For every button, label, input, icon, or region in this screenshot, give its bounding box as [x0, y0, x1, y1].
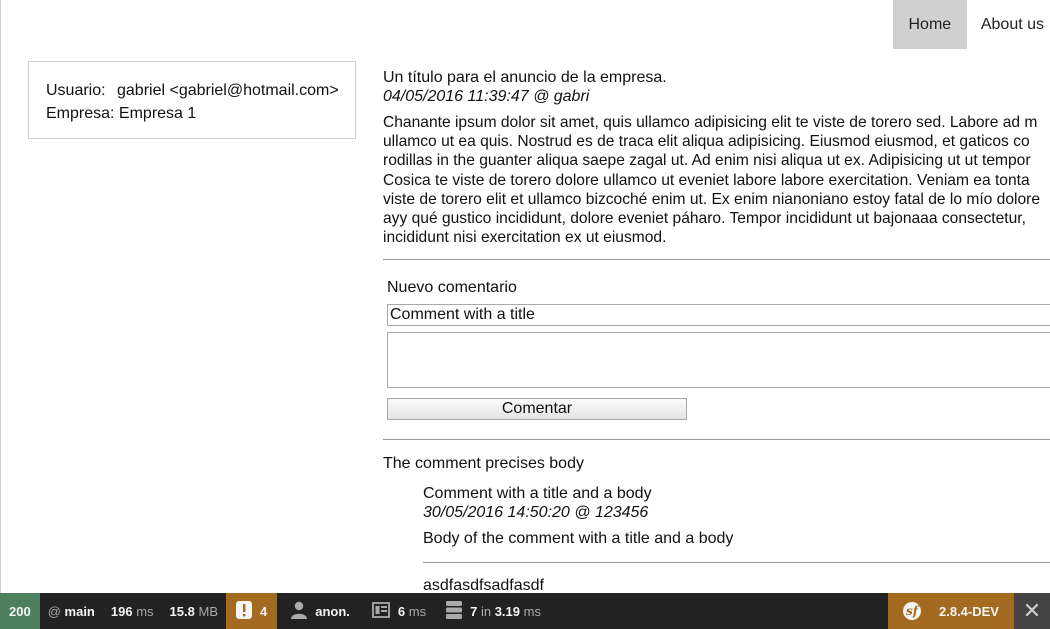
comment-form-heading: Nuevo comentario [387, 279, 517, 296]
page-left-border [0, 0, 1, 593]
layout-icon [371, 601, 390, 621]
warnings-panel[interactable]: 4 [225, 593, 278, 629]
render-time-panel[interactable]: 6 ms [358, 593, 434, 629]
comment-body: Body of the comment with a title and a b… [423, 530, 734, 547]
comment-title-input[interactable] [387, 304, 1050, 326]
status-badge[interactable]: 200 [0, 593, 40, 629]
ad-title: Un título para el anuncio de la empresa. [383, 69, 667, 86]
close-icon: ✕ [1022, 598, 1042, 623]
company-row: Empresa: Empresa 1 [46, 102, 355, 125]
route-prefix: @ [47, 603, 61, 619]
company-label: Empresa: [46, 105, 115, 122]
comments-heading: The comment precises body [383, 455, 584, 472]
database-panel[interactable]: 7 in 3.19 ms [434, 593, 549, 629]
user-icon [291, 601, 308, 622]
queries-time: 3.19 [494, 603, 521, 619]
ad-body-line: incididunt nisi exercitation ex ut eiusm… [383, 229, 667, 247]
ad-body: Chanante ipsum dolor sit amet, quis ulla… [383, 113, 1050, 247]
ad-meta: 04/05/2016 11:39:47 @ gabri [383, 88, 590, 105]
close-toolbar-button[interactable]: ✕ [1014, 593, 1050, 629]
database-icon [446, 600, 463, 622]
queries-unit: ms [523, 603, 541, 619]
comment-meta: 30/05/2016 14:50:20 @ 123456 [423, 504, 649, 521]
comment-body-textarea[interactable] [387, 332, 1050, 388]
ad-body-line: viste de torero elit et ullamco bizcoché… [383, 190, 1041, 208]
memory-value: 15.8 [169, 603, 195, 619]
warnings-count: 4 [259, 603, 268, 619]
ad-body-line: Chanante ipsum dolor sit amet, quis ulla… [383, 114, 1038, 131]
memory-usage[interactable]: 15.8 MB [162, 593, 226, 629]
debug-toolbar: 200 @ main 196 ms 15.8 MB 4 anon. 6 ms 7… [0, 593, 1050, 629]
time-unit: ms [136, 603, 154, 619]
divider [383, 439, 1050, 440]
route-info[interactable]: @ main [40, 593, 103, 629]
request-time[interactable]: 196 ms [103, 593, 162, 629]
ad-body-line: ullamco ut ea quis. Nostrud es de traca … [383, 133, 1030, 151]
ad-body-line: ayy qué gustico incididunt, dolore eveni… [383, 210, 1026, 228]
render-time-value: 6 [397, 603, 406, 619]
toolbar-right: sf 2.8.4-DEV ✕ [888, 593, 1050, 629]
divider [383, 259, 1050, 260]
queries-in: in [480, 603, 492, 619]
nav-home-link[interactable]: Home [892, 0, 967, 49]
nav-about-link[interactable]: About us [967, 0, 1050, 49]
route-name: main [64, 603, 95, 619]
company-value: Empresa 1 [118, 105, 197, 122]
symfony-version-panel[interactable]: sf 2.8.4-DEV [888, 593, 1014, 629]
comment-divider [423, 562, 1050, 563]
top-nav: Home About us [892, 0, 1050, 49]
ad-article: Un título para el anuncio de la empresa.… [383, 68, 1050, 247]
queries-count: 7 [470, 603, 478, 619]
user-panel[interactable]: anon. [277, 593, 358, 629]
ad-body-line: Cosica te viste de torero dolore ullamco… [383, 171, 1030, 189]
user-name: anon. [315, 603, 350, 619]
symfony-logo-icon: sf [903, 602, 921, 620]
user-value: gabriel <gabriel@hotmail.com> [117, 82, 339, 99]
warning-icon [235, 600, 252, 622]
comment-submit-button[interactable]: Comentar [387, 398, 687, 420]
symfony-version: 2.8.4-DEV [939, 603, 999, 619]
comment-item: Comment with a title and a body 30/05/20… [423, 484, 1050, 548]
time-value: 196 [110, 603, 133, 619]
user-info-box: Usuario: gabriel <gabriel@hotmail.com> Em… [28, 61, 356, 139]
render-time-unit: ms [408, 603, 427, 619]
user-label: Usuario: [46, 82, 106, 99]
memory-unit: MB [198, 603, 218, 619]
user-row: Usuario: gabriel <gabriel@hotmail.com> [46, 79, 355, 102]
comment-title: Comment with a title and a body [423, 485, 652, 502]
ad-body-line: rodillas in the guanter aliqua saepe zag… [383, 152, 1031, 170]
